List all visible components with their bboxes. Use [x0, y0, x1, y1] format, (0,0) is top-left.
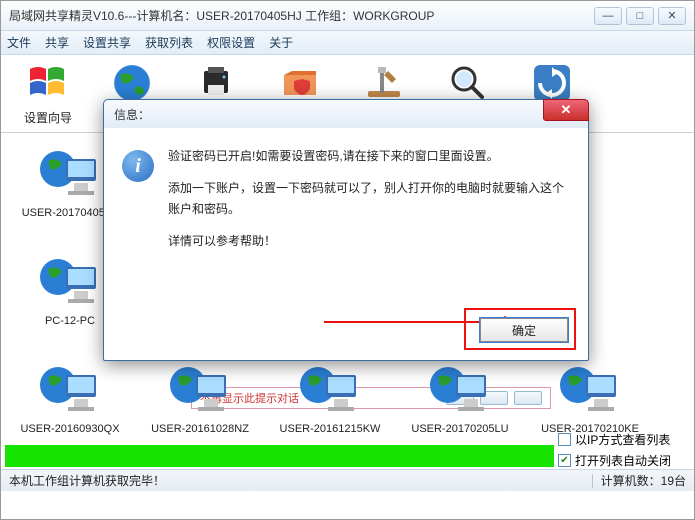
computer-globe-icon: [38, 253, 102, 309]
dialog-line1: 验证密码已开启!如需要设置密码,请在接下来的窗口里面设置。: [168, 146, 570, 166]
option-label: 打开列表自动关闭: [575, 452, 671, 469]
checkbox-checked-icon: ✔: [558, 454, 571, 467]
dialog-line3: 详情可以参考帮助！: [168, 231, 570, 251]
window-titlebar: 局域网共享精灵V10.6---计算机名：USER-20170405HJ 工作组：…: [1, 1, 694, 31]
dialog-close-button[interactable]: ✕: [543, 99, 589, 121]
maximize-button[interactable]: □: [626, 7, 654, 25]
tool-wizard[interactable]: 设置向导: [7, 61, 89, 126]
computer-label: USER-20170205LU: [411, 423, 508, 435]
statusbar: 本机工作组计算机获取完毕！ 计算机数：19台: [1, 469, 694, 491]
window-title: 局域网共享精灵V10.6---计算机名：USER-20170405HJ 工作组：…: [9, 7, 594, 24]
options-panel: 以IP方式查看列表 ✔ 打开列表自动关闭: [558, 431, 688, 469]
computer-label: PC-12-PC: [45, 315, 95, 327]
computer-label: USER-20161028NZ: [151, 423, 249, 435]
info-icon: i: [122, 150, 154, 182]
ok-button[interactable]: 确定: [480, 318, 568, 342]
status-left: 本机工作组计算机获取完毕！: [9, 472, 165, 489]
menu-get-list[interactable]: 获取列表: [145, 34, 193, 51]
windows-flag-icon: [26, 61, 70, 105]
dialog-line2: 添加一下账户，设置一下密码就可以了，别人打开你的电脑时就要输入这个账户和密码。: [168, 178, 570, 219]
dialog-message: 验证密码已开启!如需要设置密码,请在接下来的窗口里面设置。 添加一下账户，设置一…: [168, 146, 570, 264]
menu-permissions[interactable]: 权限设置: [207, 34, 255, 51]
progress-bar: [5, 445, 554, 467]
computer-globe-icon: [558, 361, 622, 417]
computer-globe-icon: [38, 145, 102, 201]
close-button[interactable]: ✕: [658, 7, 686, 25]
dialog-titlebar: 信息： ✕: [104, 100, 588, 128]
computer-label: USER-20160930QX: [20, 423, 119, 435]
tool-label: 设置向导: [24, 109, 72, 126]
menubar: 文件 共享 设置共享 获取列表 权限设置 关于: [1, 31, 694, 55]
menu-file[interactable]: 文件: [7, 34, 31, 51]
window-buttons: — □ ✕: [594, 7, 686, 25]
option-auto-close[interactable]: ✔ 打开列表自动关闭: [558, 452, 688, 469]
option-ip-view[interactable]: 以IP方式查看列表: [558, 431, 688, 448]
computer-globe-icon: [168, 361, 232, 417]
computer-label: USER-20161215KW: [280, 423, 381, 435]
option-label: 以IP方式查看列表: [575, 431, 670, 448]
computer-globe-icon: [38, 361, 102, 417]
checkbox-icon: [558, 433, 571, 446]
menu-share-settings[interactable]: 设置共享: [83, 34, 131, 51]
info-dialog: 信息： ✕ i 验证密码已开启!如需要设置密码,请在接下来的窗口里面设置。 添加…: [103, 99, 589, 361]
status-right: 计算机数：19台: [601, 472, 686, 489]
hidden-strip: 不再显示此提示对话: [191, 387, 551, 409]
minimize-button[interactable]: —: [594, 7, 622, 25]
menu-about[interactable]: 关于: [269, 34, 293, 51]
dialog-title: 信息：: [114, 106, 150, 123]
computer-globe-icon: [428, 361, 492, 417]
computer-globe-icon: [298, 361, 362, 417]
menu-share[interactable]: 共享: [45, 34, 69, 51]
